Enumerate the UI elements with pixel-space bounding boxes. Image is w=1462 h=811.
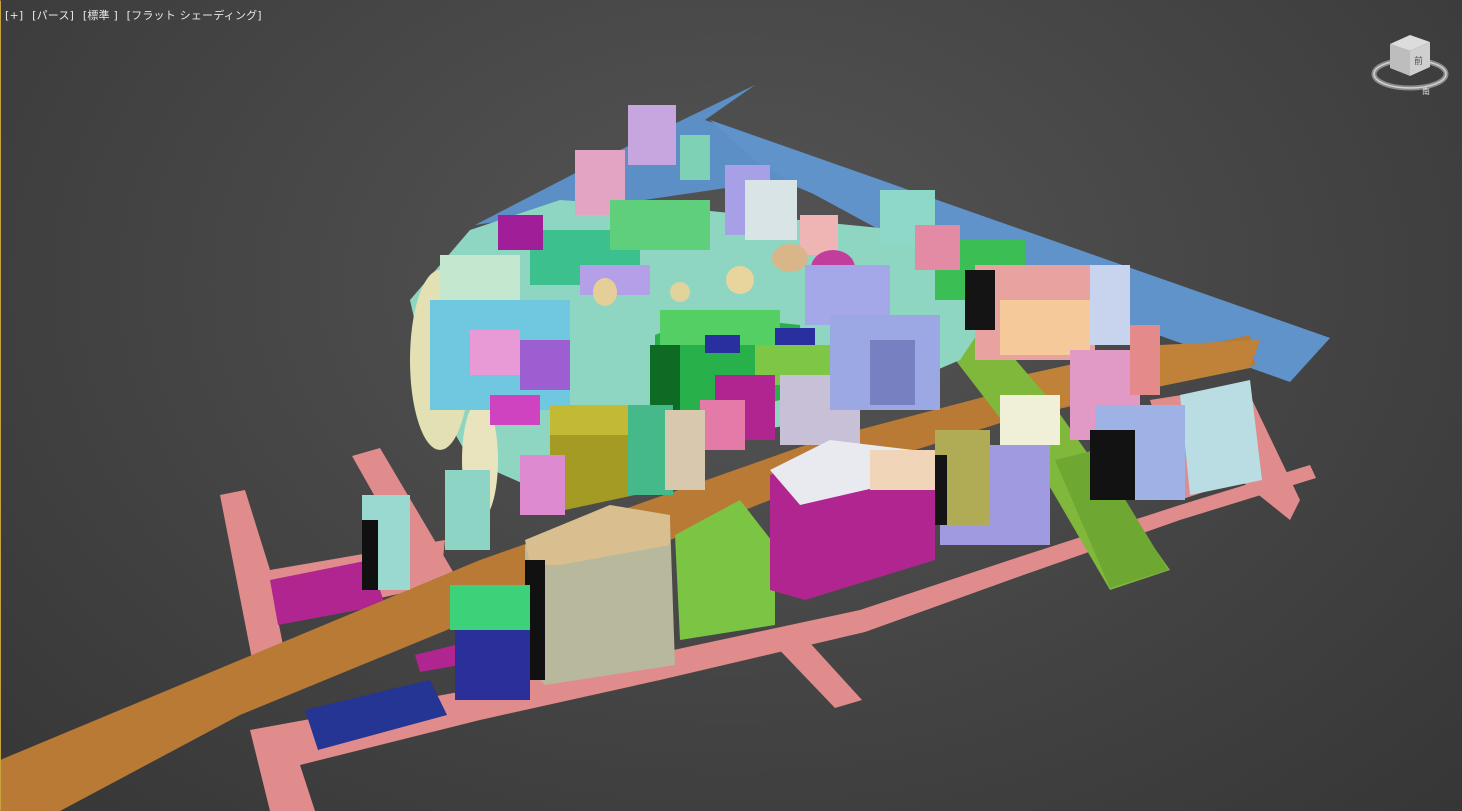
building-east-black [965,270,995,330]
building-purple-left [498,215,543,250]
sculpture-1 [726,266,754,294]
building-east-peach [1000,300,1090,355]
building-green-roof [610,200,710,250]
viewcube-icon[interactable]: 前 南 [1368,30,1452,100]
tower-north-3 [680,135,710,180]
building-west-pink [470,330,520,375]
building-tan-side [665,410,705,490]
tower-north-2 [628,105,676,165]
sidewalk-far-right [1180,380,1262,495]
viewcube-face-label: 前 [1414,55,1423,67]
sculpture-2 [772,244,808,272]
building-navy-roof [450,585,530,630]
building-tan-block [870,450,935,490]
viewport-camera-menu[interactable]: [標準 ] [83,9,118,22]
building-steel-face [870,340,915,405]
sculpture-4 [670,282,690,302]
viewport-shading-menu[interactable]: [フラット シェーディング] [127,9,262,22]
building-dark-green [650,345,680,410]
building-east-tower [1090,265,1130,345]
building-west-purple [520,340,570,390]
viewport-perspective[interactable]: [+] [パース] [標準 ] [フラット シェーディング] 前 南 [0,0,1462,811]
building-corner-shadow [362,520,378,590]
building-olive-shadow [935,455,947,525]
building-west-magenta [490,395,540,425]
building-west-tower [445,470,490,550]
viewcube-compass-label: 南 [1422,86,1430,96]
building-pink-side [520,455,565,515]
magenta-strip [415,645,460,672]
building-east-pink [915,225,960,270]
building-east-salmon-tall [1130,325,1160,395]
tower-north-5 [745,180,797,240]
city-model-scene[interactable] [0,0,1462,811]
building-east-plaza [1000,395,1060,445]
sculpture-3 [593,278,617,306]
viewport-label-menu: [+] [パース] [標準 ] [フラット シェーディング] [5,7,267,23]
building-east-blue-shadow [1090,430,1135,500]
viewport-plus-menu[interactable]: [+] [5,9,23,22]
building-blue-block [705,335,740,353]
building-west-mint [440,255,520,305]
building-pink-center [700,400,745,450]
building-olive-top [550,405,630,435]
viewport-pov-menu[interactable]: [パース] [32,9,74,22]
tower-north-6 [800,215,838,255]
